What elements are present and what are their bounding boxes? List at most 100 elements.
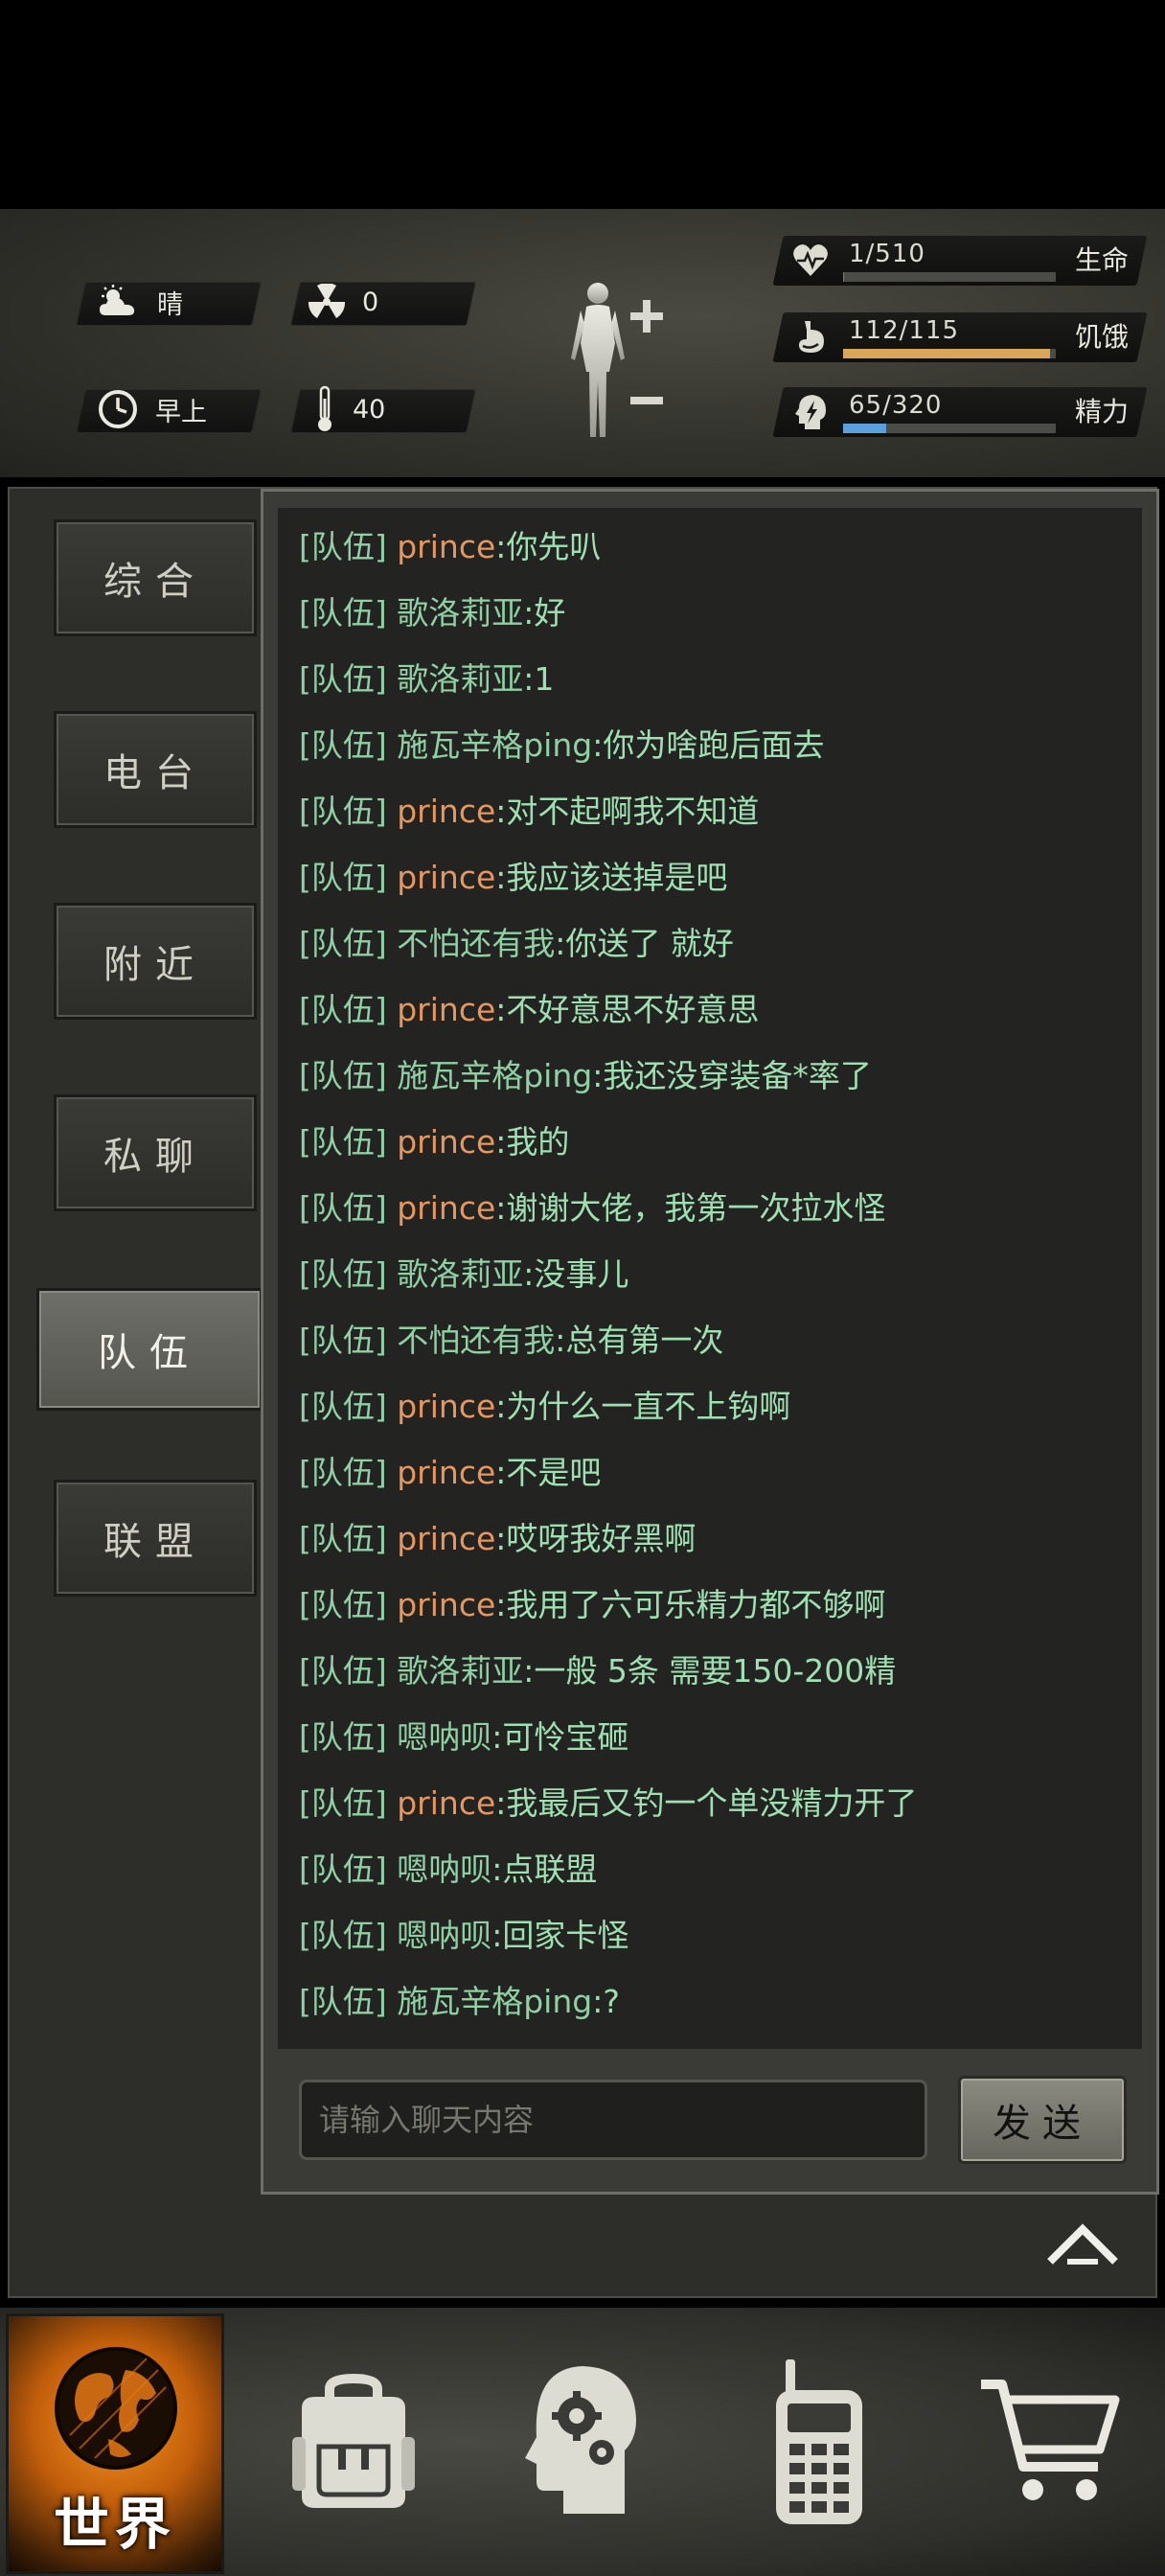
chat-sender-name[interactable]: prince <box>387 1123 495 1161</box>
hunger-label: 饥饿 <box>1074 321 1129 353</box>
chat-channel-tag: [队伍] <box>299 528 387 565</box>
chat-message: [队伍] 施瓦辛格ping:我还没穿装备*率了 <box>299 1057 872 1094</box>
chat-message-text: 哎呀我好黑啊 <box>506 1520 697 1557</box>
chat-channel-tag: [队伍] <box>299 1255 387 1293</box>
tab-private[interactable]: 私聊 <box>54 1094 257 1211</box>
nav-radio[interactable] <box>709 2308 929 2576</box>
chat-channel-tag: [队伍] <box>299 1322 387 1359</box>
chat-channel-tag: [队伍] <box>299 991 387 1028</box>
chat-sender-name[interactable]: 不怕还有我 <box>387 1322 555 1359</box>
chat-sender-name[interactable]: 歌洛莉亚 <box>387 660 523 698</box>
skills-head-icon <box>525 2366 636 2514</box>
chat-sender-name[interactable]: 歌洛莉亚 <box>387 1255 523 1293</box>
tab-nearby[interactable]: 附近 <box>54 903 257 1020</box>
chat-sender-name[interactable]: prince <box>387 1520 495 1557</box>
chat-sender-name[interactable]: 嗯呐呗 <box>387 1851 491 1888</box>
chat-message: [队伍] 歌洛莉亚:1 <box>299 660 555 698</box>
chat-sender-name[interactable]: 施瓦辛格ping <box>387 1057 592 1094</box>
chat-message-text: 我最后又钓一个单没精力开了 <box>506 1784 918 1822</box>
chat-channel-tag: [队伍] <box>299 1454 387 1491</box>
nav-shop[interactable] <box>939 2308 1159 2576</box>
chat-message: [队伍] 嗯呐呗:点联盟 <box>299 1851 598 1888</box>
chat-channel-tag: [队伍] <box>299 726 387 764</box>
chat-sender-name[interactable]: 歌洛莉亚 <box>387 1652 523 1690</box>
chat-message: [队伍] prince:不是吧 <box>299 1454 602 1491</box>
chat-message: [队伍] prince:哎呀我好黑啊 <box>299 1520 697 1557</box>
chat-message: [队伍] prince:我最后又钓一个单没精力开了 <box>299 1784 918 1822</box>
radiation-icon <box>308 284 345 318</box>
chat-sender-name[interactable]: 不怕还有我 <box>387 925 555 962</box>
energy-bar <box>843 424 1056 433</box>
chat-message-text: 1 <box>534 660 555 698</box>
chat-channel-tag: [队伍] <box>299 1057 387 1094</box>
chat-sender-name[interactable]: 嗯呐呗 <box>387 1718 491 1756</box>
chat-message: [队伍] 嗯呐呗:可怜宝砸 <box>299 1718 629 1756</box>
chat-sender-name[interactable]: prince <box>387 793 495 830</box>
chat-sender-name[interactable]: prince <box>387 991 495 1028</box>
chat-sender-name[interactable]: 施瓦辛格ping <box>387 1983 592 2020</box>
chat-message-text: 我应该送掉是吧 <box>506 859 728 896</box>
chat-message-text: 对不起啊我不知道 <box>506 793 760 830</box>
chat-sender-name[interactable]: prince <box>387 1454 495 1491</box>
partly-cloudy-icon <box>100 285 135 315</box>
chat-message-text: 好 <box>534 594 566 632</box>
chat-message: [队伍] prince:不好意思不好意思 <box>299 991 760 1028</box>
chat-sender-name[interactable]: 嗯呐呗 <box>387 1917 491 1954</box>
collapse-up-icon[interactable] <box>1044 2220 1121 2269</box>
chat-sender-name[interactable]: prince <box>387 528 495 565</box>
chat-message-text: 谢谢大佬，我第一次拉水怪 <box>506 1189 886 1227</box>
time-of-day-text: 早上 <box>155 397 207 427</box>
chat-message-text: 你送了 就好 <box>565 925 734 962</box>
chat-channel-tag: [队伍] <box>299 1917 387 1954</box>
send-button[interactable]: 发送 <box>958 2076 1127 2164</box>
health-label: 生命 <box>1074 244 1129 276</box>
chat-message: [队伍] 施瓦辛格ping:? <box>299 1983 620 2020</box>
chat-message-list[interactable]: [队伍] prince:你先叭 [队伍] 歌洛莉亚:好 [队伍] 歌洛莉亚:1 [队伍… <box>278 508 1142 2049</box>
radiation-display: 0 <box>308 280 378 324</box>
chat-message: [队伍] prince:我的 <box>299 1123 570 1161</box>
nav-world[interactable]: 世界 <box>6 2313 224 2574</box>
health-bar <box>843 272 1056 282</box>
chat-sender-name[interactable]: prince <box>387 1586 495 1623</box>
chat-message: [队伍] 嗯呐呗:回家卡怪 <box>299 1917 629 1954</box>
status-hud: 晴 0 早上 40 1/510 生命 112/115 饥饿 65/320 精力 <box>0 209 1165 477</box>
tab-alliance[interactable]: 联盟 <box>54 1480 257 1597</box>
chat-message: [队伍] prince:我应该送掉是吧 <box>299 859 728 896</box>
nav-backpack[interactable] <box>243 2308 464 2576</box>
body-status-icon[interactable] <box>561 276 676 448</box>
chat-input[interactable]: 请输入聊天内容 <box>299 2080 927 2160</box>
health-stat: 1/510 生命 <box>772 236 1148 289</box>
chat-sender-name[interactable]: prince <box>387 1388 495 1425</box>
thermometer-icon <box>318 385 331 431</box>
chat-channel-tag: [队伍] <box>299 1520 387 1557</box>
chat-sender-name[interactable]: prince <box>387 1189 495 1227</box>
chat-message-text: 你先叭 <box>506 528 602 565</box>
health-value: 1/510 <box>849 240 925 268</box>
tab-team[interactable]: 队伍 <box>36 1288 263 1411</box>
chat-message: [队伍] prince:为什么一直不上钩啊 <box>299 1388 791 1425</box>
tab-general[interactable]: 综合 <box>54 519 257 636</box>
chat-sender-name[interactable]: 歌洛莉亚 <box>387 594 523 632</box>
tab-radio[interactable]: 电台 <box>54 711 257 828</box>
chat-sender-name[interactable]: prince <box>387 859 495 896</box>
chat-channel-tag: [队伍] <box>299 1983 387 2020</box>
heart-pulse-icon <box>793 244 828 276</box>
chat-sender-name[interactable]: prince <box>387 1784 495 1822</box>
energy-label: 精力 <box>1074 396 1129 427</box>
backpack-icon <box>292 2374 415 2508</box>
chat-message-text: 我用了六可乐精力都不够啊 <box>506 1586 886 1623</box>
chat-sender-name[interactable]: 施瓦辛格ping <box>387 726 592 764</box>
chat-message: [队伍] 不怕还有我:总有第一次 <box>299 1322 724 1359</box>
weather-display: 晴 <box>96 280 183 324</box>
chat-message-text: 不是吧 <box>506 1454 602 1491</box>
chat-channel-tag: [队伍] <box>299 1652 387 1690</box>
temperature-value: 40 <box>353 394 386 425</box>
nav-skills[interactable] <box>473 2308 694 2576</box>
chat-message-text: 我还没穿装备*率了 <box>603 1057 872 1094</box>
chat-channel-tag: [队伍] <box>299 1586 387 1623</box>
cart-icon <box>981 2380 1120 2500</box>
chat-message: [队伍] prince:我用了六可乐精力都不够啊 <box>299 1586 886 1623</box>
chat-message-text: 一般 5条 需要150-200精 <box>534 1652 897 1690</box>
globe-icon <box>55 2347 177 2470</box>
energy-stat: 65/320 精力 <box>772 387 1148 441</box>
